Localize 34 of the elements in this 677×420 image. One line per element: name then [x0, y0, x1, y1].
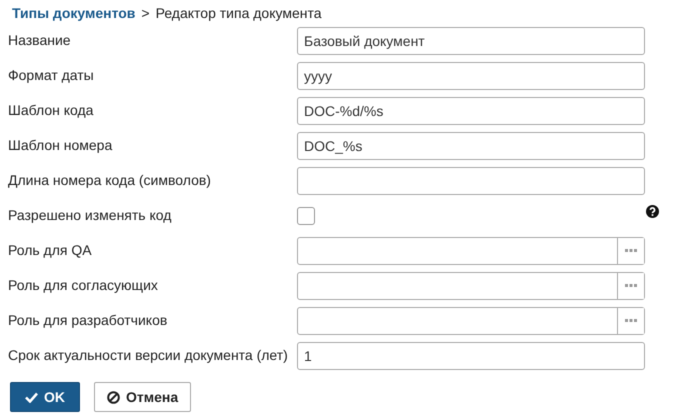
- field-label: Разрешено изменять код: [8, 206, 172, 225]
- input-field[interactable]: Базовый документ: [297, 26, 645, 54]
- input-field[interactable]: 1: [297, 342, 645, 370]
- input-field[interactable]: [297, 166, 645, 194]
- input-field[interactable]: [297, 306, 645, 334]
- field-label: Роль для разработчиков: [8, 311, 168, 330]
- field-label: Роль для QA: [8, 241, 93, 260]
- input-field[interactable]: [297, 236, 645, 264]
- help-icon[interactable]: [646, 204, 659, 218]
- field-label: Шаблон кода: [8, 101, 94, 120]
- more-button[interactable]: [617, 272, 644, 298]
- more-button[interactable]: [617, 238, 644, 264]
- input-field[interactable]: DOC-%d/%s: [297, 96, 645, 124]
- field-label: Формат даты: [8, 66, 95, 85]
- field-label: Роль для согласующих: [8, 276, 159, 295]
- breadcrumb-separator: >: [141, 4, 150, 22]
- dots-icon: [625, 284, 637, 288]
- page-title: Редактор типа документа: [156, 4, 322, 23]
- cancel-button[interactable]: Отмена: [94, 382, 192, 412]
- ban-icon: [107, 390, 120, 404]
- ok-button[interactable]: OK: [10, 382, 80, 412]
- field-label: Длина номера кода (символов): [8, 171, 212, 190]
- checkbox[interactable]: [297, 206, 315, 224]
- input-field[interactable]: DOC_%s: [297, 132, 645, 160]
- more-button[interactable]: [617, 308, 644, 334]
- dots-icon: [625, 248, 637, 252]
- field-label: Название: [8, 31, 72, 50]
- dots-icon: [625, 318, 637, 322]
- field-label: Шаблон номера: [8, 136, 114, 155]
- check-icon: [25, 392, 38, 402]
- breadcrumb-link[interactable]: Типы документов: [12, 2, 136, 24]
- input-field[interactable]: yyyy: [297, 62, 645, 90]
- field-label: Срок актуальности версии документа (лет): [8, 346, 289, 365]
- input-field[interactable]: [297, 272, 645, 300]
